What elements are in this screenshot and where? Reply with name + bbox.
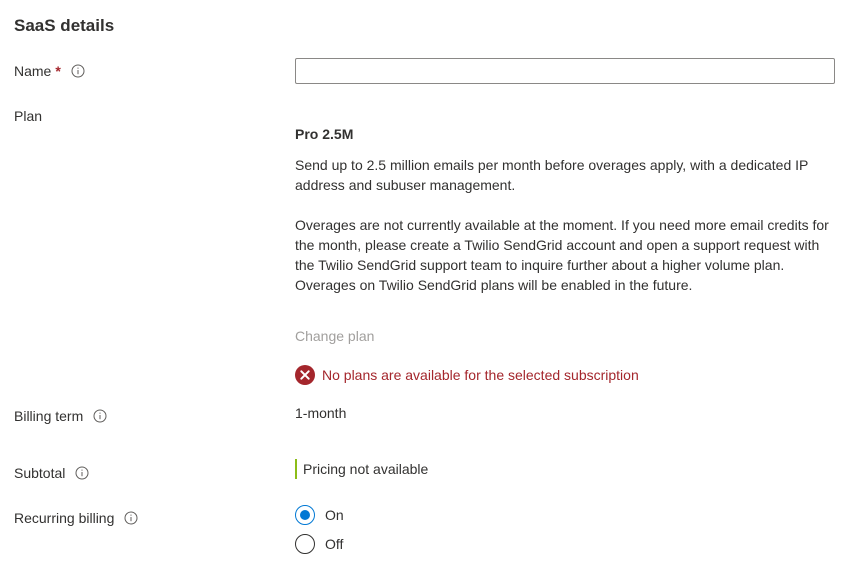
billing-term-value: 1-month	[295, 405, 347, 421]
subtotal-label: Subtotal	[14, 465, 66, 481]
error-text: No plans are available for the selected …	[322, 367, 639, 383]
plan-description: Send up to 2.5 million emails per month …	[295, 157, 809, 193]
name-input[interactable]	[295, 58, 835, 84]
info-icon[interactable]	[92, 408, 108, 424]
radio-off-label: Off	[325, 536, 344, 552]
billing-term-label: Billing term	[14, 408, 84, 424]
subtotal-value: Pricing not available	[295, 459, 428, 479]
plan-error-message: No plans are available for the selected …	[295, 365, 639, 385]
radio-on-label: On	[325, 507, 344, 523]
required-marker: *	[55, 63, 61, 79]
recurring-billing-off-option[interactable]: Off	[295, 534, 343, 554]
radio-off[interactable]	[295, 534, 315, 554]
name-label-row: Name *	[14, 61, 86, 81]
recurring-billing-label-row: Recurring billing	[14, 508, 139, 528]
subtotal-label-row: Subtotal	[14, 463, 90, 483]
subtotal-text: Pricing not available	[303, 461, 429, 477]
radio-on[interactable]	[295, 505, 315, 525]
billing-term-label-row: Billing term	[14, 406, 108, 426]
plan-name: Pro 2.5M	[295, 126, 354, 142]
recurring-billing-on-option[interactable]: On	[295, 505, 344, 525]
section-title: SaaS details	[14, 16, 115, 35]
plan-label: Plan	[14, 108, 43, 124]
info-icon[interactable]	[70, 63, 86, 79]
pricing-status-bar	[295, 459, 297, 479]
recurring-billing-label: Recurring billing	[14, 510, 115, 526]
info-icon[interactable]	[123, 510, 139, 526]
error-circle-icon	[295, 365, 315, 385]
name-label: Name	[14, 63, 52, 79]
change-plan-link[interactable]: Change plan	[295, 326, 374, 346]
plan-overage-note: Overages are not currently available at …	[295, 217, 829, 293]
info-icon[interactable]	[74, 465, 90, 481]
